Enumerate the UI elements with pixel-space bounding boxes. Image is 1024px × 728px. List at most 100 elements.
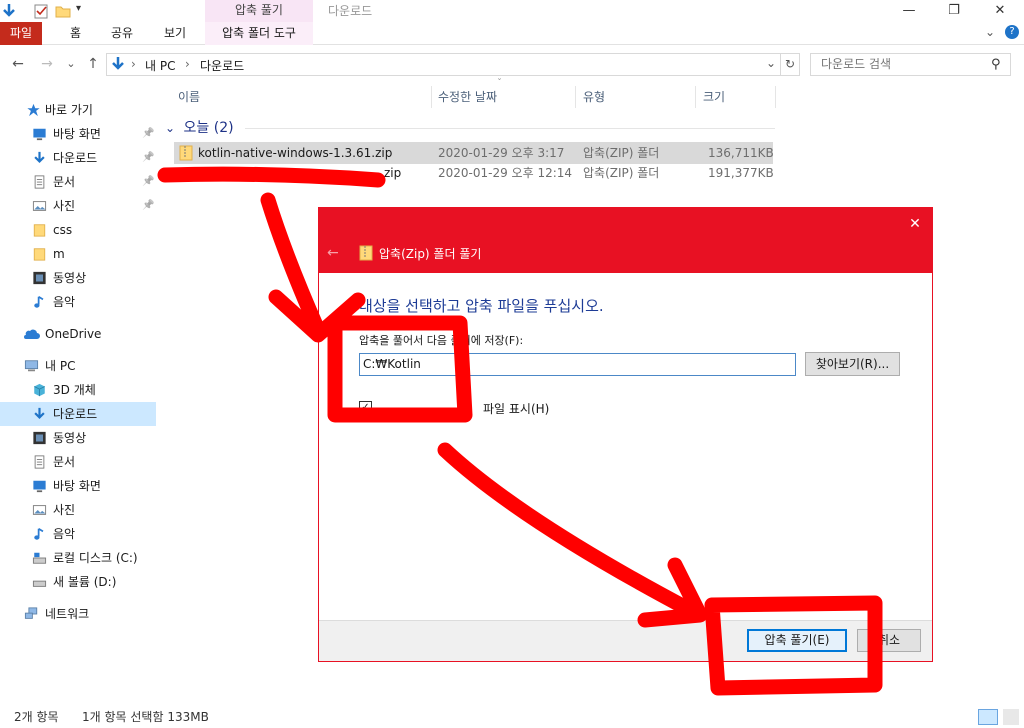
search-placeholder: 다운로드 검색 [821, 57, 892, 71]
destination-label-part: 다음 폴더 [426, 334, 471, 347]
sidebar-item-local-disk-c[interactable]: 로컬 디스크 (C:) [0, 546, 156, 570]
sidebar-item-label: 문서 [53, 175, 76, 189]
search-icon[interactable]: ⚲ [991, 54, 1001, 75]
status-item-count: 2개 항목 [14, 710, 59, 724]
details-view-icon[interactable] [978, 709, 998, 725]
tab-home[interactable]: 홈 [70, 22, 81, 45]
zip-folder-icon [359, 245, 373, 261]
checkbox-check-icon[interactable]: ✓ [359, 401, 372, 414]
sidebar-item-label: 내 PC [45, 359, 76, 373]
destination-path-input[interactable]: C:₩Kotlin [359, 353, 796, 376]
browse-button[interactable]: 찾아보기(R)... [805, 352, 900, 376]
tab-compressed-folder-tools[interactable]: 압축 폴더 도구 [205, 22, 313, 45]
dialog-title: 압축(Zip) 폴더 풀기 [379, 247, 482, 261]
sidebar-item-m[interactable]: m [0, 242, 156, 266]
column-divider[interactable] [575, 86, 576, 108]
maximize-icon[interactable]: ❐ [931, 0, 977, 22]
table-row[interactable]: kotlin-native-windows-1.3.61.zip 2020-01… [174, 142, 774, 164]
dialog-close-icon[interactable]: ✕ [902, 212, 928, 236]
sidebar-item-volume-d[interactable]: 새 볼륨 (D:) [0, 570, 156, 594]
sidebar-item-videos-pc[interactable]: 동영상 [0, 426, 156, 450]
address-dropdown-icon[interactable]: ⌄ [766, 56, 776, 70]
refresh-icon[interactable]: ↻ [781, 53, 800, 76]
close-icon[interactable]: ✕ [977, 0, 1023, 22]
group-divider [245, 128, 775, 129]
column-divider[interactable] [775, 86, 776, 108]
column-header-type[interactable]: 유형 [583, 86, 605, 108]
ribbon-expand-icon[interactable]: ⌄ [985, 25, 995, 39]
download-arrow-icon[interactable] [1, 3, 17, 19]
desktop-icon [33, 128, 46, 141]
dialog-heading: 대상을 선택하고 압축 파일을 푸십시오. [359, 297, 604, 315]
sidebar-item-css[interactable]: css [0, 218, 156, 242]
destination-label-part: 에 저장(F): [470, 334, 524, 347]
sidebar-item-documents-pc[interactable]: 문서 [0, 450, 156, 474]
column-divider[interactable] [431, 86, 432, 108]
extract-button[interactable]: 압축 풀기(E) [747, 629, 847, 652]
sidebar-item-desktop-pc[interactable]: 바탕 화면 [0, 474, 156, 498]
tab-share[interactable]: 공유 [111, 22, 133, 45]
sidebar-item-music-pc[interactable]: 음악 [0, 522, 156, 546]
sidebar-item-downloads-selected[interactable]: 다운로드 [0, 402, 156, 426]
large-icons-view-icon[interactable] [1003, 709, 1019, 725]
zip-folder-icon [179, 145, 193, 161]
video-icon [33, 271, 46, 285]
sidebar-item-label: m [53, 247, 65, 261]
music-icon [34, 295, 44, 308]
drive-icon [32, 580, 47, 587]
show-files-label: 파일 표시(H) [483, 402, 550, 416]
extract-dialog: ✕ ← 압축(Zip) 폴더 풀기 대상을 선택하고 압축 파일을 푸십시오. … [318, 207, 933, 662]
breadcrumb-separator: › [185, 57, 190, 71]
sidebar-item-onedrive[interactable]: OneDrive [0, 322, 156, 346]
forward-icon[interactable]: → [38, 55, 56, 73]
status-selection: 1개 항목 선택함 133MB [82, 710, 209, 724]
column-header-name[interactable]: 이름 [178, 86, 200, 108]
sidebar-item-pictures-pc[interactable]: 사진 [0, 498, 156, 522]
breadcrumb-this-pc[interactable]: 내 PC [145, 57, 175, 74]
group-collapse-icon[interactable]: ⌄ [165, 121, 175, 135]
sidebar-item-pictures[interactable]: 사진 📌 [0, 194, 156, 218]
tab-file[interactable]: 파일 [0, 22, 42, 45]
pin-icon: 📌 [142, 200, 155, 211]
download-icon [34, 407, 45, 420]
column-header-date[interactable]: 수정한 날짜 [438, 86, 497, 108]
group-header-today[interactable]: ⌄ 오늘 (2) [165, 117, 645, 137]
pictures-icon [32, 505, 47, 515]
recent-locations-icon[interactable]: ⌄ [62, 55, 80, 73]
arrow-shaft-mark [260, 192, 326, 338]
sidebar-item-documents[interactable]: 문서 📌 [0, 170, 156, 194]
tab-view[interactable]: 보기 [164, 22, 186, 45]
sidebar-item-this-pc[interactable]: 내 PC [0, 354, 156, 378]
search-input[interactable]: 다운로드 검색 ⚲ [810, 53, 1011, 76]
new-folder-icon[interactable] [55, 3, 71, 19]
sidebar-item-downloads[interactable]: 다운로드 📌 [0, 146, 156, 170]
music-icon [34, 527, 44, 540]
network-icon [24, 607, 38, 619]
drive-icon [32, 552, 47, 564]
address-bar[interactable]: › 내 PC › 다운로드 ⌄ [106, 53, 781, 76]
dialog-back-icon[interactable]: ← [327, 245, 339, 261]
quick-access-dropdown-icon[interactable]: ▾ [76, 3, 81, 14]
sidebar-item-quick-access[interactable]: 바로 가기 [0, 98, 156, 122]
file-size: 136,711KB [708, 146, 774, 160]
column-header-size[interactable]: 크기 [703, 86, 725, 108]
properties-icon[interactable] [33, 3, 49, 19]
star-icon [27, 103, 40, 117]
help-icon[interactable]: ? [1005, 25, 1019, 39]
sort-indicator-icon: ˇ [497, 78, 502, 89]
file-name-tail: zip [384, 166, 402, 180]
sidebar-item-music[interactable]: 음악 [0, 290, 156, 314]
sidebar-item-label: 네트워크 [45, 607, 90, 621]
breadcrumb-downloads[interactable]: 다운로드 [200, 57, 244, 74]
table-row[interactable]: zip 2020-01-29 오후 12:14 압축(ZIP) 폴더 191,3… [174, 162, 774, 184]
sidebar-item-desktop[interactable]: 바탕 화면 📌 [0, 122, 156, 146]
minimize-icon[interactable]: — [886, 0, 932, 22]
cancel-button[interactable]: 취소 [857, 629, 921, 652]
sidebar-item-3d-objects[interactable]: 3D 개체 [0, 378, 156, 402]
back-icon[interactable]: ← [9, 55, 27, 73]
cube-icon [34, 383, 45, 397]
sidebar-item-videos[interactable]: 동영상 [0, 266, 156, 290]
up-icon[interactable]: ↑ [84, 55, 102, 73]
sidebar-item-network[interactable]: 네트워크 [0, 602, 156, 626]
column-divider[interactable] [695, 86, 696, 108]
